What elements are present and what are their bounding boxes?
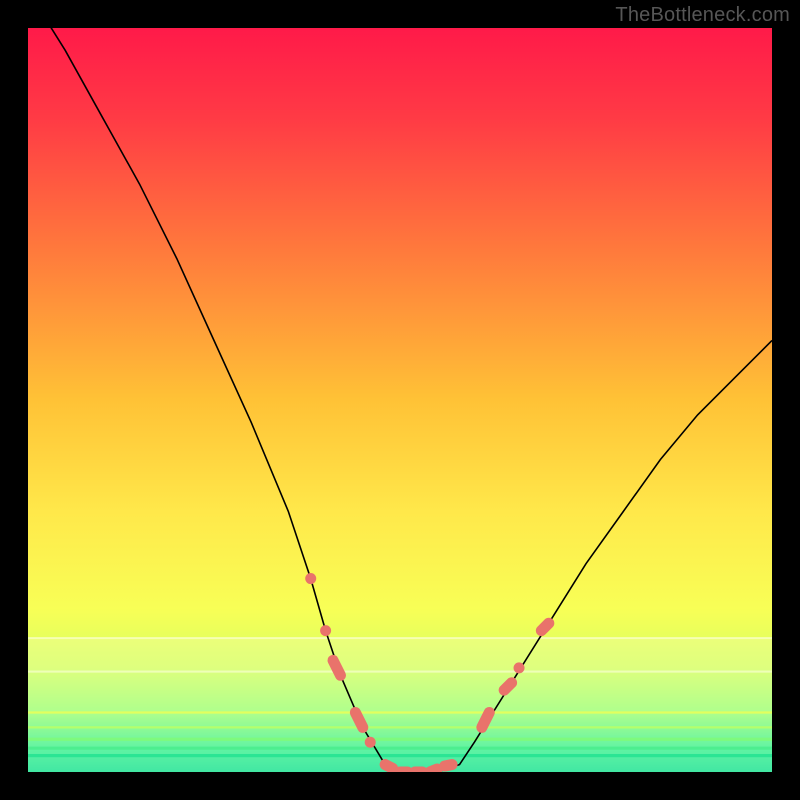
- chart-svg: [28, 28, 772, 772]
- curve-marker: [320, 625, 331, 636]
- curve-marker: [514, 662, 525, 673]
- curve-marker: [305, 573, 316, 584]
- curve-marker-capsule: [482, 712, 489, 727]
- curve-marker-capsule: [504, 683, 511, 690]
- curve-marker-capsule: [430, 769, 437, 772]
- watermark-text: TheBottleneck.com: [615, 4, 790, 27]
- curve-marker-capsule: [333, 660, 340, 675]
- threshold-band: [28, 638, 772, 772]
- curve-marker-capsule: [385, 765, 392, 769]
- chart-plot-area: [28, 28, 772, 772]
- chart-frame: TheBottleneck.com: [0, 0, 800, 800]
- curve-marker-capsule: [445, 765, 452, 766]
- curve-marker: [365, 737, 376, 748]
- curve-marker-capsule: [541, 623, 548, 630]
- curve-marker-capsule: [355, 712, 362, 727]
